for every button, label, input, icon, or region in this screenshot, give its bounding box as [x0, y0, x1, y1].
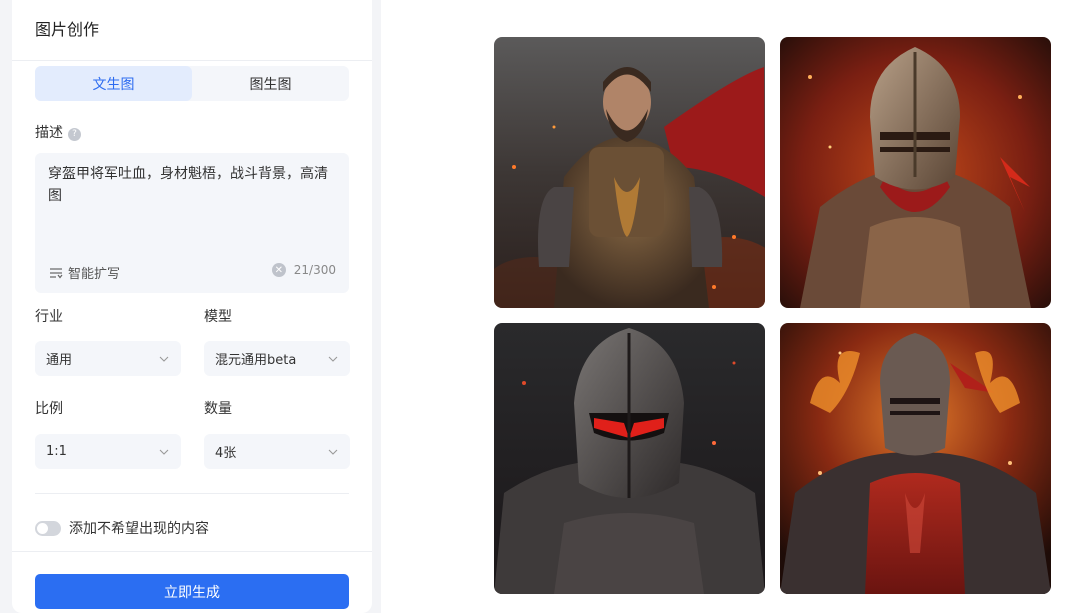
model-value: 混元通用beta: [215, 353, 297, 368]
industry-value: 通用: [46, 353, 73, 368]
smart-expand-label: 智能扩写: [68, 267, 121, 282]
char-counter: ✕ 21/300: [271, 263, 336, 277]
ratio-label: 比例: [35, 401, 63, 417]
description-field[interactable]: 穿盔甲将军吐血，身材魁梧，战斗背景，高清图 智能扩写 ✕ 21/300: [35, 153, 349, 293]
model-label: 模型: [204, 309, 232, 325]
chevron-down-icon: [159, 449, 169, 455]
ratio-value: 1:1: [46, 444, 67, 459]
description-label: 描述: [35, 125, 63, 141]
negative-content-label: 添加不希望出现的内容: [69, 521, 209, 537]
chevron-down-icon: [159, 356, 169, 362]
smart-expand-button[interactable]: 智能扩写: [49, 263, 120, 282]
result-image-3[interactable]: [494, 323, 765, 594]
image-creation-panel: 图片创作 文生图 图生图 描述? 穿盔甲将军吐血，身材魁梧，战斗背景，高清图 智…: [12, 0, 372, 613]
negative-content-row: 添加不希望出现的内容: [35, 518, 209, 538]
tab-image-to-image[interactable]: 图生图: [192, 66, 349, 101]
quantity-select[interactable]: 4张: [204, 434, 350, 469]
result-image-4[interactable]: [780, 323, 1051, 594]
help-icon[interactable]: ?: [68, 127, 81, 141]
quantity-value: 4张: [215, 446, 237, 461]
panel-title: 图片创作: [35, 20, 100, 39]
description-text[interactable]: 穿盔甲将军吐血，身材魁梧，战斗背景，高清图: [48, 163, 338, 207]
divider: [35, 493, 349, 494]
fire-knight-image: [780, 37, 1051, 308]
toggle-knob: [37, 522, 48, 534]
industry-label: 行业: [35, 309, 63, 325]
result-image-2[interactable]: [780, 37, 1051, 308]
divider: [12, 60, 372, 61]
generate-button[interactable]: 立即生成: [35, 574, 349, 609]
char-count: 21/300: [293, 263, 336, 277]
dark-knight-image: [494, 323, 765, 594]
result-image-1[interactable]: [494, 37, 765, 308]
negative-content-toggle[interactable]: [35, 520, 61, 536]
model-select[interactable]: 混元通用beta: [204, 341, 350, 376]
industry-select[interactable]: 通用: [35, 341, 181, 376]
tab-text-to-image[interactable]: 文生图: [35, 66, 192, 101]
bearded-warrior-image: [494, 37, 765, 308]
chevron-down-icon: [328, 449, 338, 455]
chevron-down-icon: [328, 356, 338, 362]
divider: [12, 551, 372, 552]
clear-icon[interactable]: ✕: [271, 263, 286, 277]
mode-tabs: 文生图 图生图: [35, 66, 349, 101]
ratio-select[interactable]: 1:1: [35, 434, 181, 469]
red-knight-image: [780, 323, 1051, 594]
expand-icon: [50, 267, 63, 278]
description-label-row: 描述?: [35, 122, 81, 142]
quantity-label: 数量: [204, 401, 232, 417]
